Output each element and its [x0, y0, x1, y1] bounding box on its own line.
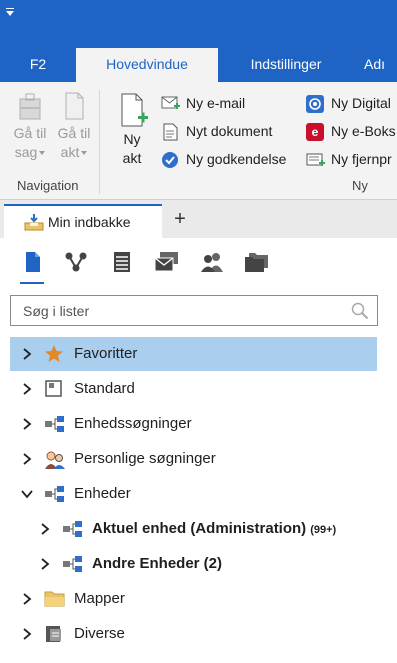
new-digital-post-button[interactable]: Ny Digital	[306, 93, 397, 113]
briefcase-icon	[19, 93, 41, 120]
chevron-right-icon[interactable]	[22, 418, 32, 430]
chevron-right-icon[interactable]	[22, 383, 32, 395]
tree-item-label: Enhedssøgninger	[74, 415, 192, 432]
remote-print-icon	[306, 153, 325, 166]
tree-item-label: Aktuel enhed (Administration)	[92, 520, 307, 537]
tree-item-personlige-sogninger[interactable]: Personlige søgninger	[10, 442, 377, 476]
chevron-right-icon[interactable]	[40, 558, 50, 570]
tree-item-label: Standard	[74, 380, 135, 397]
go-to-case-line1: Gå til	[13, 125, 47, 141]
new-email-button[interactable]: Ny e-mail	[161, 93, 301, 113]
tab-f2[interactable]: F2	[10, 46, 66, 82]
tab-indstillinger[interactable]: Indstillinger	[228, 46, 344, 82]
tree-item-label: Favoritter	[74, 345, 138, 362]
inbox-icon	[24, 214, 44, 231]
folders-icon[interactable]	[244, 251, 270, 273]
unit-tree-icon	[63, 556, 82, 572]
tab-hovedvindue[interactable]: Hovedvindue	[76, 48, 218, 82]
search-icon[interactable]	[351, 302, 369, 320]
chevron-down-icon[interactable]	[21, 489, 33, 499]
ribbon-tab-bar: F2 Hovedvindue Indstillinger Adı	[0, 46, 397, 82]
persons-icon[interactable]	[199, 251, 225, 273]
list-panel: Favoritter Standard Enhedssøgninger Pers…	[0, 238, 397, 663]
tree-item-enhedssogninger[interactable]: Enhedssøgninger	[10, 407, 377, 441]
go-to-case-button[interactable]: Gå til sag	[8, 90, 52, 162]
ribbon: Gå til sag Gå til akt Navigation Ny akt …	[0, 82, 397, 200]
tab-overflow[interactable]: Adı	[364, 46, 397, 82]
go-to-record-line2: akt	[60, 144, 80, 160]
persons-icon	[45, 451, 65, 469]
checkmark-circle-icon	[162, 152, 178, 168]
new-eboks-label: Ny e-Boks	[331, 123, 396, 139]
tree-item-enheder[interactable]: Enheder	[10, 477, 377, 511]
tree-item-diverse[interactable]: Diverse	[10, 617, 377, 651]
envelope-plus-icon	[161, 96, 180, 109]
tree-item-label: Andre Enheder (2)	[92, 555, 223, 572]
documents-icon[interactable]	[23, 251, 43, 273]
new-email-label: Ny e-mail	[186, 95, 246, 111]
chevron-down-icon	[39, 151, 46, 156]
new-record-line1: Ny	[123, 131, 141, 147]
unit-tree-icon	[45, 416, 64, 432]
standard-box-icon	[45, 380, 62, 397]
inbox-tab-label: Min indbakke	[48, 214, 131, 230]
diverse-icon	[46, 626, 61, 642]
new-digital-post-label: Ny Digital	[331, 95, 391, 111]
go-to-case-line2: sag	[14, 144, 38, 160]
star-icon	[45, 345, 63, 362]
new-document-icon	[121, 93, 148, 127]
title-bar	[0, 0, 397, 46]
go-to-record-button[interactable]: Gå til akt	[54, 90, 94, 162]
chevron-right-icon[interactable]	[40, 523, 50, 535]
tree-item-label: Enheder	[74, 485, 131, 502]
at-sign-icon	[306, 95, 324, 113]
folder-icon	[44, 591, 65, 607]
chevron-down-icon	[81, 151, 88, 156]
new-record-line2: akt	[122, 150, 142, 166]
tree-item-favoritter[interactable]: Favoritter	[10, 337, 377, 371]
tree-item-label: Mapper	[74, 590, 125, 607]
document-icon	[163, 123, 178, 141]
unit-tree-icon	[45, 486, 64, 502]
tree-item-label: Diverse	[74, 625, 125, 642]
new-approval-label: Ny godkendelse	[186, 151, 287, 167]
tree-item-mapper[interactable]: Mapper	[10, 582, 377, 616]
tree-item-standard[interactable]: Standard	[10, 372, 377, 406]
navigation-group-label: Navigation	[17, 178, 79, 193]
chevron-right-icon[interactable]	[22, 453, 32, 465]
new-eboks-button[interactable]: e Ny e-Boks	[306, 121, 397, 141]
tree-item-andre-enheder[interactable]: Andre Enheder (2)	[10, 547, 377, 581]
dropdown-arrow-icon[interactable]	[6, 11, 14, 16]
group-separator	[99, 90, 100, 194]
mail-stack-icon[interactable]	[154, 251, 180, 273]
new-record-button[interactable]: Ny akt	[110, 90, 154, 168]
go-to-record-line1: Gå til	[57, 125, 91, 141]
tree-item-aktuel-enhed[interactable]: Aktuel enhed (Administration) (99+)	[10, 512, 377, 546]
chevron-right-icon[interactable]	[22, 628, 32, 640]
quick-access-line	[6, 8, 14, 9]
new-document-button[interactable]: Nyt dokument	[161, 121, 301, 141]
svg-text:e: e	[312, 125, 319, 139]
unit-tree-icon	[63, 521, 82, 537]
document-gray-icon	[65, 92, 84, 120]
new-group-label: Ny	[352, 178, 368, 193]
new-remote-print-label: Ny fjernpr	[331, 151, 392, 167]
count-badge-value: 99+	[313, 524, 333, 536]
new-document-label: Nyt dokument	[186, 123, 273, 139]
tab-min-indbakke[interactable]: Min indbakke	[4, 204, 162, 238]
new-approval-button[interactable]: Ny godkendelse	[161, 149, 301, 169]
count-badge: (99+)	[310, 524, 337, 536]
search-box	[10, 295, 378, 326]
chevron-right-icon[interactable]	[22, 348, 32, 360]
add-tab-button[interactable]: +	[170, 208, 190, 230]
tree-item-label: Personlige søgninger	[74, 450, 216, 467]
new-remote-print-button[interactable]: Ny fjernpr	[306, 149, 397, 169]
chevron-right-icon[interactable]	[22, 593, 32, 605]
document-tab-strip: Min indbakke +	[0, 200, 397, 238]
eboks-icon: e	[306, 123, 324, 141]
flow-icon[interactable]	[64, 251, 88, 273]
active-icon-underline	[20, 282, 44, 284]
list-icon[interactable]	[112, 251, 132, 273]
search-input[interactable]	[23, 300, 343, 322]
